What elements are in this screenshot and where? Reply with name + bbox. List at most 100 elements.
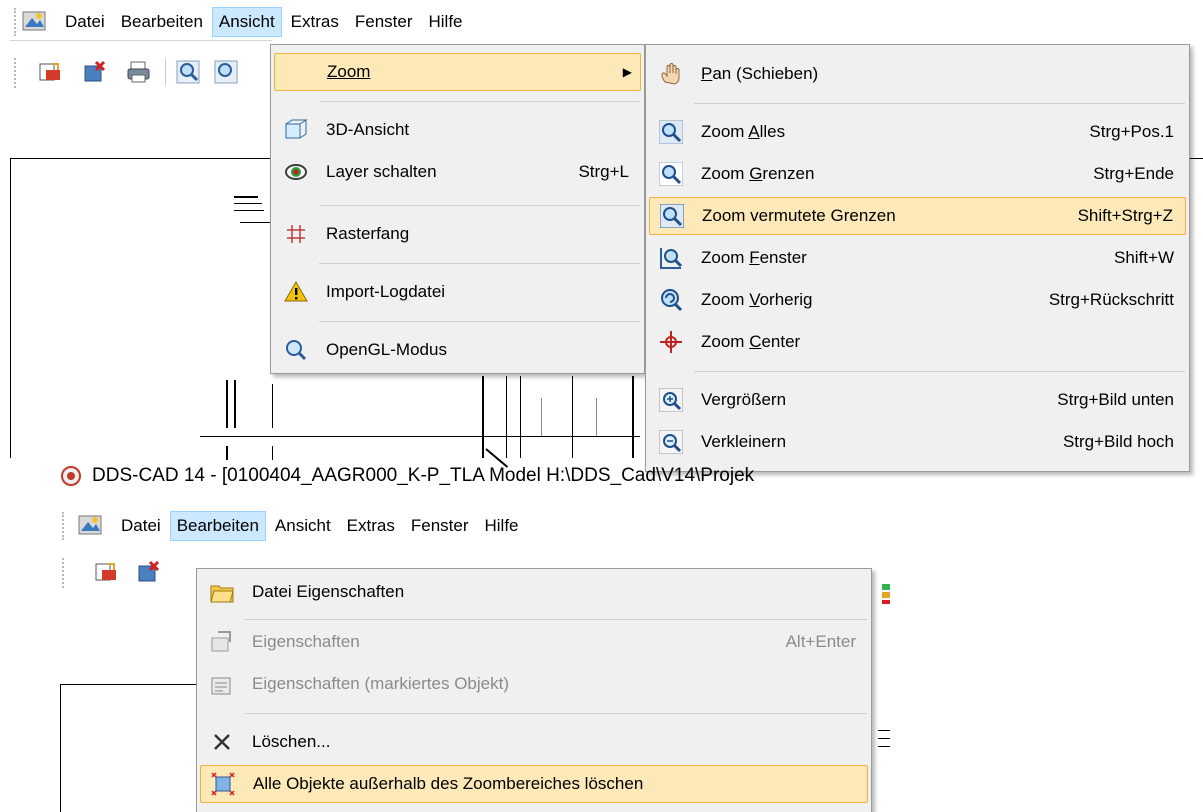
menu-fenster[interactable]: Fenster — [404, 511, 476, 541]
menu-datei[interactable]: Datei — [58, 7, 112, 37]
menu-item-label: Zoom Center — [701, 332, 801, 351]
menu-item-label: Import-Logdatei — [326, 282, 446, 301]
menu-item-rasterfang[interactable]: Rasterfang — [274, 215, 641, 253]
drawing-line — [226, 380, 228, 428]
menu-shortcut: Strg+Rückschritt — [1048, 290, 1174, 309]
zoom-previous-icon — [659, 288, 683, 312]
menu-item-label: Verkleinern — [701, 432, 787, 451]
zoom-toolbar-icon-2[interactable] — [214, 60, 240, 84]
bearbeiten-menu: Datei Eigenschaften Eigenschaften Alt+En… — [196, 568, 872, 812]
magnifier-icon — [284, 338, 308, 362]
drawing-line — [878, 730, 890, 731]
menu-hilfe[interactable]: Hilfe — [422, 7, 470, 37]
menu-item-datei-eigenschaften[interactable]: Datei Eigenschaften — [200, 573, 868, 611]
menu-item-eigenschaften[interactable]: Eigenschaften Alt+Enter — [200, 623, 868, 661]
drawing-line — [520, 376, 521, 458]
zoom-submenu: Pan (Schieben) Zoom Alles Strg+Pos.1 Zoo… — [645, 44, 1190, 472]
delete-icon — [210, 730, 234, 754]
menu-item-layer-schalten[interactable]: Layer schalten Strg+L — [274, 153, 641, 191]
menu-hilfe[interactable]: Hilfe — [478, 511, 526, 541]
menu-separator — [245, 713, 867, 714]
menu-item-zoom-vermutete-grenzen[interactable]: Zoom vermutete Grenzen Shift+Strg+Z — [649, 197, 1186, 235]
open-file-icon[interactable] — [94, 560, 120, 584]
menu-shortcut: Shift+Strg+Z — [1077, 206, 1173, 225]
menu-item-label: Zoom Vorherig — [701, 290, 813, 309]
menu-item-label: Zoom Alles — [701, 122, 786, 141]
menu-shortcut: Strg+Ende — [1093, 164, 1174, 183]
menu-ansicht[interactable]: Ansicht — [268, 511, 338, 541]
close-file-icon[interactable] — [82, 60, 108, 84]
zoom-toolbar-icon[interactable] — [176, 60, 202, 84]
menu-separator — [694, 103, 1185, 104]
drawing-line — [240, 222, 270, 223]
menu-item-eigenschaften-markiertes-objekt[interactable]: Eigenschaften (markiertes Objekt) — [200, 665, 868, 703]
close-file-icon[interactable] — [136, 560, 162, 584]
app-icon — [22, 10, 48, 34]
menu-shortcut: Alt+Enter — [785, 632, 856, 651]
drawing-line — [506, 376, 507, 458]
menu-item-label: Alle Objekte außerhalb des Zoombereiches… — [253, 774, 644, 793]
menu-bearbeiten[interactable]: Bearbeiten — [114, 7, 210, 37]
menubar-grip — [14, 8, 17, 36]
menu-extras[interactable]: Extras — [284, 7, 346, 37]
menu-item-label: 3D-Ansicht — [326, 120, 410, 139]
app-logo-icon — [60, 465, 82, 487]
menu-ansicht[interactable]: Ansicht — [211, 7, 282, 37]
drawing-line — [541, 398, 542, 436]
menu-extras[interactable]: Extras — [340, 511, 402, 541]
properties-object-icon — [210, 672, 234, 696]
menu-item-zoom-alles[interactable]: Zoom Alles Strg+Pos.1 — [649, 113, 1186, 151]
menu-item-zoom-center[interactable]: Zoom Center — [649, 323, 1186, 361]
print-icon[interactable] — [126, 60, 152, 84]
drawing-line — [272, 384, 273, 428]
menu-separator — [319, 263, 640, 264]
menu-item-loeschen[interactable]: Löschen... — [200, 723, 868, 761]
menu-bearbeiten[interactable]: Bearbeiten — [169, 511, 266, 541]
drawing-line — [596, 398, 597, 436]
zoom-in-icon — [658, 387, 684, 413]
menu-item-label: Zoom Grenzen — [701, 164, 815, 183]
menu-item-label: Zoom Fenster — [701, 248, 807, 267]
menu-item-label: Löschen... — [252, 732, 331, 751]
menu-item-alle-objekte-loeschen[interactable]: Alle Objekte außerhalb des Zoombereiches… — [200, 765, 868, 803]
toolbar-grip — [14, 58, 17, 88]
3d-view-icon — [284, 118, 308, 142]
window-title: DDS-CAD 14 - [0100404_AAGR000_K-P_TLA Mo… — [92, 465, 755, 486]
menu-item-import-logdatei[interactable]: Import-Logdatei — [274, 273, 641, 311]
menu-separator — [245, 619, 867, 620]
menu-item-vergroessern[interactable]: Vergrößern Strg+Bild unten — [649, 381, 1186, 419]
drawing-line — [200, 436, 640, 437]
toolbar-icon-colored[interactable] — [880, 582, 894, 606]
menu-item-label: Rasterfang — [326, 224, 410, 243]
drawing-line — [878, 746, 890, 747]
menu-separator — [319, 101, 640, 102]
menu-shortcut: Strg+Bild unten — [1057, 390, 1174, 409]
menu-item-zoom-fenster[interactable]: Zoom Fenster Shift+W — [649, 239, 1186, 277]
zoom-out-icon — [658, 429, 684, 455]
open-file-icon[interactable] — [38, 60, 64, 84]
menu-fenster[interactable]: Fenster — [348, 7, 420, 37]
menu-item-zoom-grenzen[interactable]: Zoom Grenzen Strg+Ende — [649, 155, 1186, 193]
delete-outside-zoom-icon — [211, 772, 235, 796]
drawing-line — [632, 376, 634, 458]
menu-datei[interactable]: Datei — [114, 511, 168, 541]
drawing-line — [234, 203, 262, 204]
grid-icon — [284, 222, 308, 246]
menu-item-label: OpenGL-Modus — [326, 340, 447, 359]
menu-item-pan[interactable]: Pan (Schieben) — [649, 55, 1186, 93]
zoom-center-icon — [659, 330, 683, 354]
drawing-line — [234, 210, 264, 211]
drawing-line — [234, 380, 236, 428]
ansicht-menu: Zoom ▶ 3D-Ansicht Layer schalten Strg+L … — [270, 44, 645, 374]
menu-item-label: Zoom vermutete Grenzen — [702, 206, 896, 225]
folder-icon — [210, 580, 234, 604]
menu-item-opengl-modus[interactable]: OpenGL-Modus — [274, 331, 641, 369]
menu-item-zoom[interactable]: Zoom ▶ — [274, 53, 641, 91]
menu-shortcut: Shift+W — [1114, 248, 1174, 267]
chevron-right-icon: ▶ — [622, 65, 632, 79]
menu-item-label: Pan (Schieben) — [701, 64, 819, 83]
zoom-all-icon — [658, 119, 684, 145]
menu-item-verkleinern[interactable]: Verkleinern Strg+Bild hoch — [649, 423, 1186, 461]
menu-item-zoom-vorherig[interactable]: Zoom Vorherig Strg+Rückschritt — [649, 281, 1186, 319]
menu-item-3d-ansicht[interactable]: 3D-Ansicht — [274, 111, 641, 149]
